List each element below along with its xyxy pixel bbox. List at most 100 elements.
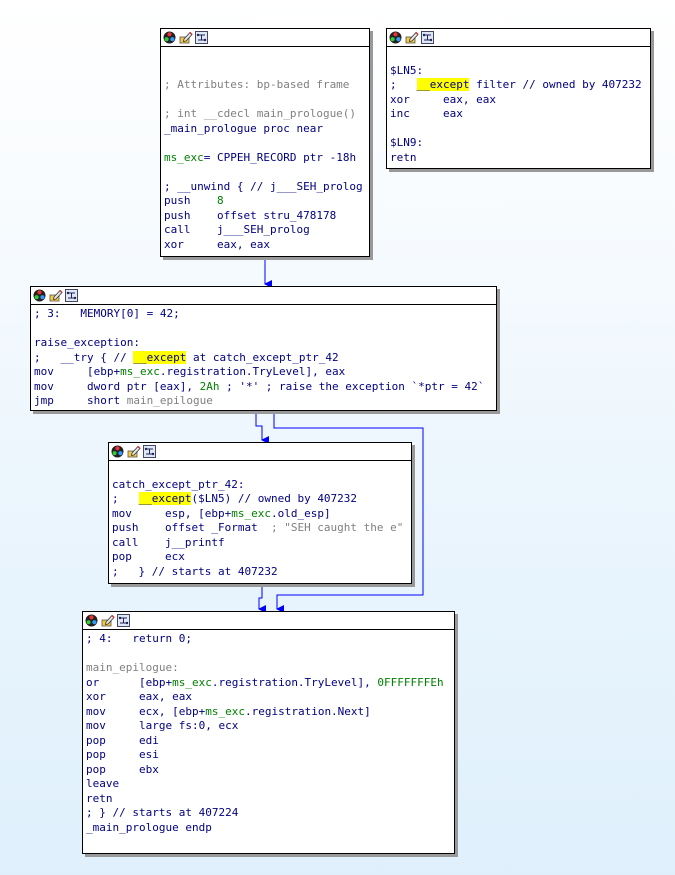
asm-token: leave <box>86 777 120 790</box>
graph-colors-icon[interactable] <box>33 289 46 302</box>
asm-line[interactable] <box>164 136 369 151</box>
asm-line[interactable]: xor eax, eax <box>164 238 369 253</box>
node-header[interactable] <box>83 612 454 630</box>
asm-line[interactable] <box>164 64 369 79</box>
asm-line[interactable]: $LN5: <box>390 64 650 79</box>
asm-line[interactable]: pop edi <box>86 734 454 749</box>
asm-line[interactable]: pop ecx <box>112 550 411 565</box>
graph-colors-icon[interactable] <box>163 31 176 44</box>
node-catch-except-ptr-42[interactable]: catch_except_ptr_42:; __except($LN5) // … <box>108 442 412 584</box>
asm-line[interactable]: ; Attributes: bp-based frame <box>164 78 369 93</box>
node-layout-icon[interactable] <box>117 614 130 627</box>
node-header[interactable] <box>387 29 650 47</box>
asm-line[interactable]: mov large fs:0, ecx <box>86 719 454 734</box>
asm-line[interactable]: jmp short main_epilogue <box>34 394 496 409</box>
asm-line[interactable]: ; __except filter // owned by 407232 <box>390 78 650 93</box>
asm-token: $LN5: <box>390 63 424 77</box>
edit-node-icon[interactable] <box>179 31 193 44</box>
asm-token: ; '*' ; raise the exception `*ptr = 42` <box>219 379 485 393</box>
asm-line[interactable] <box>34 322 496 337</box>
asm-line[interactable]: mov esp, [ebp+ms_exc.old_esp] <box>112 507 411 522</box>
asm-token: xor eax, eax <box>164 237 270 251</box>
asm-line[interactable]: push 8 <box>164 194 369 209</box>
asm-line[interactable]: ; } // starts at 407232 <box>112 565 411 580</box>
graph-colors-icon[interactable] <box>389 31 402 44</box>
asm-token: .registration.TryLevel], <box>211 675 378 689</box>
asm-line[interactable]: mov dword ptr [eax], 2Ah ; '*' ; raise t… <box>34 380 496 395</box>
asm-line[interactable]: ; __try { // __except at catch_except_pt… <box>34 350 496 366</box>
asm-line[interactable] <box>164 49 369 64</box>
asm-line[interactable]: retn <box>390 151 650 166</box>
asm-line[interactable]: call j__printf <box>112 536 411 551</box>
asm-token: push offset stru_478178 <box>164 208 337 222</box>
asm-line[interactable]: or [ebp+ms_exc.registration.TryLevel], 0… <box>86 676 454 691</box>
graph-colors-icon[interactable] <box>85 614 98 627</box>
asm-line[interactable]: raise_exception: <box>34 336 496 351</box>
edge-catch-to-epilogue <box>258 584 266 613</box>
edge-raise-to-catch <box>255 411 269 444</box>
asm-token: or [ebp+ <box>86 675 173 689</box>
asm-token: pop esi <box>86 748 159 761</box>
asm-line[interactable]: _main_prologue endp <box>86 821 454 836</box>
asm-line[interactable] <box>164 165 369 180</box>
node-raise-exception[interactable]: ; 3: MEMORY[0] = 42; raise_exception:; __… <box>30 286 497 411</box>
node-layout-icon[interactable] <box>195 31 208 44</box>
asm-token: mov ecx, [ebp+ <box>86 704 206 718</box>
asm-line[interactable]: inc eax <box>390 107 650 122</box>
asm-line[interactable]: mov ecx, [ebp+ms_exc.registration.Next] <box>86 705 454 720</box>
disassembly-listing: ; 4: return 0; main_epilogue: or [ebp+ms_e… <box>83 630 454 835</box>
disassembly-listing: ; Attributes: bp-based frame ; int __cdec… <box>161 47 369 252</box>
node-layout-icon[interactable] <box>143 445 156 458</box>
asm-line[interactable]: ; } // starts at 407224 <box>86 806 454 821</box>
asm-token: call j__printf <box>112 535 225 549</box>
asm-line[interactable]: pop esi <box>86 748 454 763</box>
asm-line[interactable]: ms_exc= CPPEH_RECORD ptr -18h <box>164 151 369 166</box>
asm-line[interactable]: ; int __cdecl main_prologue() <box>164 107 369 122</box>
node-header[interactable] <box>161 29 369 47</box>
asm-line[interactable] <box>112 463 411 478</box>
highlighted-token: __except <box>416 78 470 91</box>
asm-token: ; <box>390 78 417 91</box>
asm-token: _main_prologue endp <box>86 820 212 834</box>
asm-line[interactable]: xor eax, eax <box>86 690 454 705</box>
edit-node-icon[interactable] <box>49 289 63 302</box>
asm-line[interactable]: $LN9: <box>390 136 650 151</box>
asm-line[interactable]: _main_prologue proc near <box>164 122 369 137</box>
graph-colors-icon[interactable] <box>111 445 124 458</box>
asm-line[interactable]: pop ebx <box>86 763 454 778</box>
asm-line[interactable]: ; 3: MEMORY[0] = 42; <box>34 307 496 322</box>
asm-token: 2Ah <box>199 379 220 393</box>
asm-line[interactable]: leave <box>86 777 454 792</box>
asm-line[interactable]: push offset stru_478178 <box>164 209 369 224</box>
asm-line[interactable]: catch_except_ptr_42: <box>112 478 411 493</box>
node-main-prologue[interactable]: ; Attributes: bp-based frame ; int __cdec… <box>160 28 370 257</box>
node-header[interactable] <box>31 287 496 305</box>
asm-line[interactable]: xor eax, eax <box>390 93 650 108</box>
asm-line[interactable] <box>390 122 650 137</box>
highlighted-token: __except <box>133 350 187 364</box>
asm-token: mov esp, [ebp+ <box>112 506 232 520</box>
asm-line[interactable]: call j___SEH_prolog <box>164 223 369 238</box>
asm-token: 0FFFFFFFEh <box>377 675 444 689</box>
asm-line[interactable] <box>86 647 454 662</box>
node-layout-icon[interactable] <box>421 31 434 44</box>
asm-line[interactable]: retn <box>86 792 454 807</box>
asm-line[interactable]: ; 4: return 0; <box>86 632 454 647</box>
asm-token: at catch_except_ptr_42 <box>186 350 339 364</box>
node-main-epilogue[interactable]: ; 4: return 0; main_epilogue: or [ebp+ms_e… <box>82 611 455 854</box>
asm-line[interactable]: push offset _Format ; "SEH caught the e" <box>112 521 411 536</box>
edit-node-icon[interactable] <box>101 614 115 627</box>
edit-node-icon[interactable] <box>405 31 419 44</box>
node-ln5-filter[interactable]: $LN5:; __except filter // owned by 40723… <box>386 28 651 169</box>
asm-token: ms_exc <box>205 704 245 718</box>
asm-line[interactable]: ; __unwind { // j___SEH_prolog <box>164 180 369 195</box>
asm-line[interactable] <box>164 93 369 108</box>
asm-line[interactable]: main_epilogue: <box>86 661 454 676</box>
asm-token: ms_exc <box>172 675 212 689</box>
asm-line[interactable] <box>390 49 650 64</box>
node-layout-icon[interactable] <box>65 289 78 302</box>
node-header[interactable] <box>109 443 411 461</box>
asm-line[interactable]: ; __except($LN5) // owned by 407232 <box>112 492 411 507</box>
asm-line[interactable]: mov [ebp+ms_exc.registration.TryLevel], … <box>34 365 496 380</box>
edit-node-icon[interactable] <box>127 445 141 458</box>
